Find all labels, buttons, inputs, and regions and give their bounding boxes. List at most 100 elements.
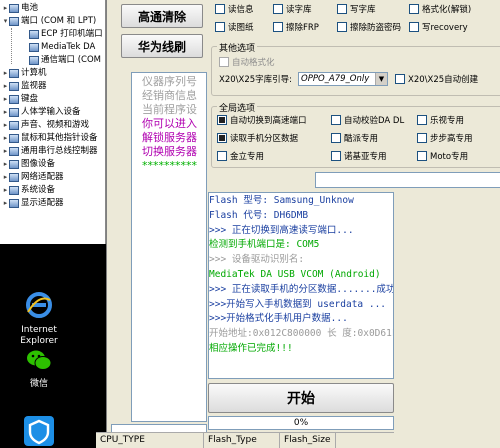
tree-expander-icon[interactable]: ▸ bbox=[2, 80, 9, 93]
operation-checkbox[interactable]: 擦除防盗密码 bbox=[337, 20, 401, 33]
security-app-shortcut[interactable] bbox=[4, 416, 74, 448]
global-option-checkbox[interactable]: Moto专用 bbox=[417, 149, 468, 162]
tree-expander-icon[interactable]: ▸ bbox=[2, 93, 9, 106]
device-tree-item[interactable]: ▸ 电池 bbox=[2, 2, 38, 15]
operation-checkbox[interactable]: 读信息 bbox=[215, 2, 254, 15]
progress-bar: 0% bbox=[208, 416, 394, 430]
device-tree-item[interactable]: ▸ 通用串行总线控制器 bbox=[2, 145, 98, 158]
device-tree-item[interactable]: ▸ 计算机 bbox=[2, 67, 47, 80]
device-tree-item[interactable]: ECP 打印机端口 bbox=[22, 28, 103, 41]
global-option-checkbox[interactable]: 步步高专用 bbox=[417, 131, 473, 144]
operation-checkbox[interactable]: 写recovery bbox=[409, 20, 468, 33]
tree-connector-line bbox=[11, 28, 12, 64]
info-log-line: 你可以进入 bbox=[142, 117, 197, 130]
tree-expander-icon[interactable]: ▾ bbox=[2, 15, 9, 28]
log-line: Flash 型号: Samsung_Unknow bbox=[209, 195, 354, 206]
tree-expander-icon[interactable]: ▸ bbox=[2, 2, 9, 15]
tree-expander-icon[interactable]: ▸ bbox=[2, 67, 9, 80]
device-tree-item[interactable]: ▸ 图像设备 bbox=[2, 158, 55, 171]
global-option-checkbox[interactable]: 自动切换到高速端口 bbox=[217, 113, 307, 126]
device-tree-label: 人体学输入设备 bbox=[21, 107, 81, 117]
operation-checkbox[interactable]: 擦除FRP bbox=[273, 20, 319, 33]
device-tree-item[interactable]: ▸ 监视器 bbox=[2, 80, 47, 93]
device-icon bbox=[29, 56, 39, 65]
operation-checkbox[interactable]: 格式化(解锁) bbox=[409, 2, 471, 15]
wechat-shortcut[interactable]: 微信 bbox=[4, 348, 74, 390]
wechat-label: 微信 bbox=[29, 379, 48, 389]
global-option-checkbox[interactable]: 读取手机分区数据 bbox=[217, 131, 298, 144]
font-guide-select[interactable]: OPPO_A79_Only ▼ bbox=[298, 72, 388, 86]
device-tree-label: 图像设备 bbox=[21, 159, 56, 169]
device-tree-label: 监视器 bbox=[21, 81, 47, 91]
global-option-checkbox[interactable]: 乐视专用 bbox=[417, 113, 464, 126]
tree-expander-icon[interactable]: ▸ bbox=[2, 184, 9, 197]
device-tree-item[interactable]: ▸ 系统设备 bbox=[2, 184, 55, 197]
cpu-type-label: CPU_TYPE bbox=[96, 433, 204, 448]
tree-expander-icon[interactable]: ▸ bbox=[2, 158, 9, 171]
tree-expander-icon[interactable]: ▸ bbox=[2, 171, 9, 184]
checkbox-label: 步步高专用 bbox=[430, 133, 473, 144]
tree-expander-icon[interactable]: ▸ bbox=[2, 145, 9, 158]
checkbox-label: 乐视专用 bbox=[430, 115, 465, 126]
checkbox-box bbox=[331, 114, 341, 125]
checkbox-box bbox=[417, 150, 427, 161]
device-tree-item[interactable]: 通信端口 (COM bbox=[22, 54, 101, 67]
tree-expander-icon[interactable]: ▸ bbox=[2, 132, 9, 145]
command-strip[interactable] bbox=[315, 172, 500, 188]
device-icon bbox=[9, 82, 19, 91]
huawei-flash-button[interactable]: 华为线刷 bbox=[121, 34, 203, 58]
global-option-checkbox[interactable]: 酷派专用 bbox=[331, 131, 378, 144]
checkbox-label: 擦除防盗密码 bbox=[350, 22, 402, 33]
log-line: 检测到手机端口是: COM5 bbox=[209, 239, 320, 251]
info-log-line: 当前程序设 bbox=[142, 103, 197, 116]
device-tree-item[interactable]: ▸ 网络适配器 bbox=[2, 171, 64, 184]
device-tree-item[interactable]: ▸ 显示适配器 bbox=[2, 197, 64, 210]
device-tree-item[interactable]: ▸ 键盘 bbox=[2, 93, 38, 106]
device-icon bbox=[9, 173, 19, 182]
checkbox-label: 自动切换到高速端口 bbox=[230, 115, 307, 126]
device-tree-item[interactable]: MediaTek DA bbox=[22, 41, 95, 54]
auto-create-checkbox[interactable]: X20\X25自动创建 bbox=[395, 72, 478, 85]
device-tree-item[interactable]: ▸ 鼠标和其他指针设备 bbox=[2, 132, 98, 145]
log-line: Flash 代号: DH6DMB bbox=[209, 209, 309, 221]
flash-log-panel: Flash 型号: Samsung_Unknow Flash 代号: DH6DM… bbox=[208, 192, 394, 379]
global-option-checkbox[interactable]: 自动校验DA DL bbox=[331, 113, 404, 126]
start-button[interactable]: 开始 bbox=[208, 383, 394, 413]
operation-checkbox[interactable]: 读字库 bbox=[273, 2, 312, 15]
device-icon bbox=[9, 95, 19, 104]
tree-expander-icon[interactable]: ▸ bbox=[2, 119, 9, 132]
checkbox-box bbox=[409, 21, 419, 32]
device-icon bbox=[9, 108, 19, 117]
device-tree-item[interactable]: ▸ 人体学输入设备 bbox=[2, 106, 81, 119]
auto-create-box bbox=[395, 73, 405, 84]
device-tree-item[interactable]: ▾ 端口 (COM 和 LPT) bbox=[2, 15, 96, 28]
checkbox-label: 酷派专用 bbox=[344, 133, 379, 144]
device-tree-label: 键盘 bbox=[21, 94, 39, 104]
device-tree-label: 鼠标和其他指针设备 bbox=[21, 133, 98, 143]
tree-expander-icon[interactable]: ▸ bbox=[2, 106, 9, 119]
log-line: >>> 正在切换到高速读写端口... bbox=[209, 224, 354, 236]
qualcomm-clear-button[interactable]: 高通清除 bbox=[121, 4, 203, 28]
tree-expander-icon[interactable]: ▸ bbox=[2, 197, 9, 210]
info-log-line: 切换服务器 bbox=[142, 145, 197, 158]
checkbox-box bbox=[331, 150, 341, 161]
status-bar: CPU_TYPE Flash_Type Flash_Size bbox=[96, 432, 394, 448]
log-line: >>> 正在读取手机的分区数据.......成功 bbox=[209, 283, 394, 295]
global-option-checkbox[interactable]: 诺基亚专用 bbox=[331, 149, 387, 162]
operation-checkbox[interactable]: 读图纸 bbox=[215, 20, 254, 33]
auto-format-checkbox[interactable]: 自动格式化 bbox=[219, 55, 275, 68]
internet-explorer-label: Internet Explorer bbox=[20, 325, 58, 346]
checkbox-label: 写字库 bbox=[350, 4, 376, 15]
device-tree-label: 网络适配器 bbox=[21, 172, 64, 182]
info-log-line: 经销商信息 bbox=[142, 89, 197, 102]
checkbox-label: 读字库 bbox=[286, 4, 312, 15]
operation-checkbox[interactable]: 写字库 bbox=[337, 2, 376, 15]
internet-explorer-shortcut[interactable]: Internet Explorer bbox=[4, 292, 74, 347]
global-option-checkbox[interactable]: 金立专用 bbox=[217, 149, 264, 162]
checkbox-label: Moto专用 bbox=[430, 151, 469, 162]
flash-size-label: Flash_Size bbox=[280, 433, 336, 448]
device-icon bbox=[29, 43, 39, 52]
device-tree-item[interactable]: ▸ 声音、视频和游戏 bbox=[2, 119, 89, 132]
checkbox-label: 读取手机分区数据 bbox=[230, 133, 299, 144]
log-line: 开始地址:0x012C800000 长 度:0x0D61FFBBC bbox=[209, 328, 393, 340]
